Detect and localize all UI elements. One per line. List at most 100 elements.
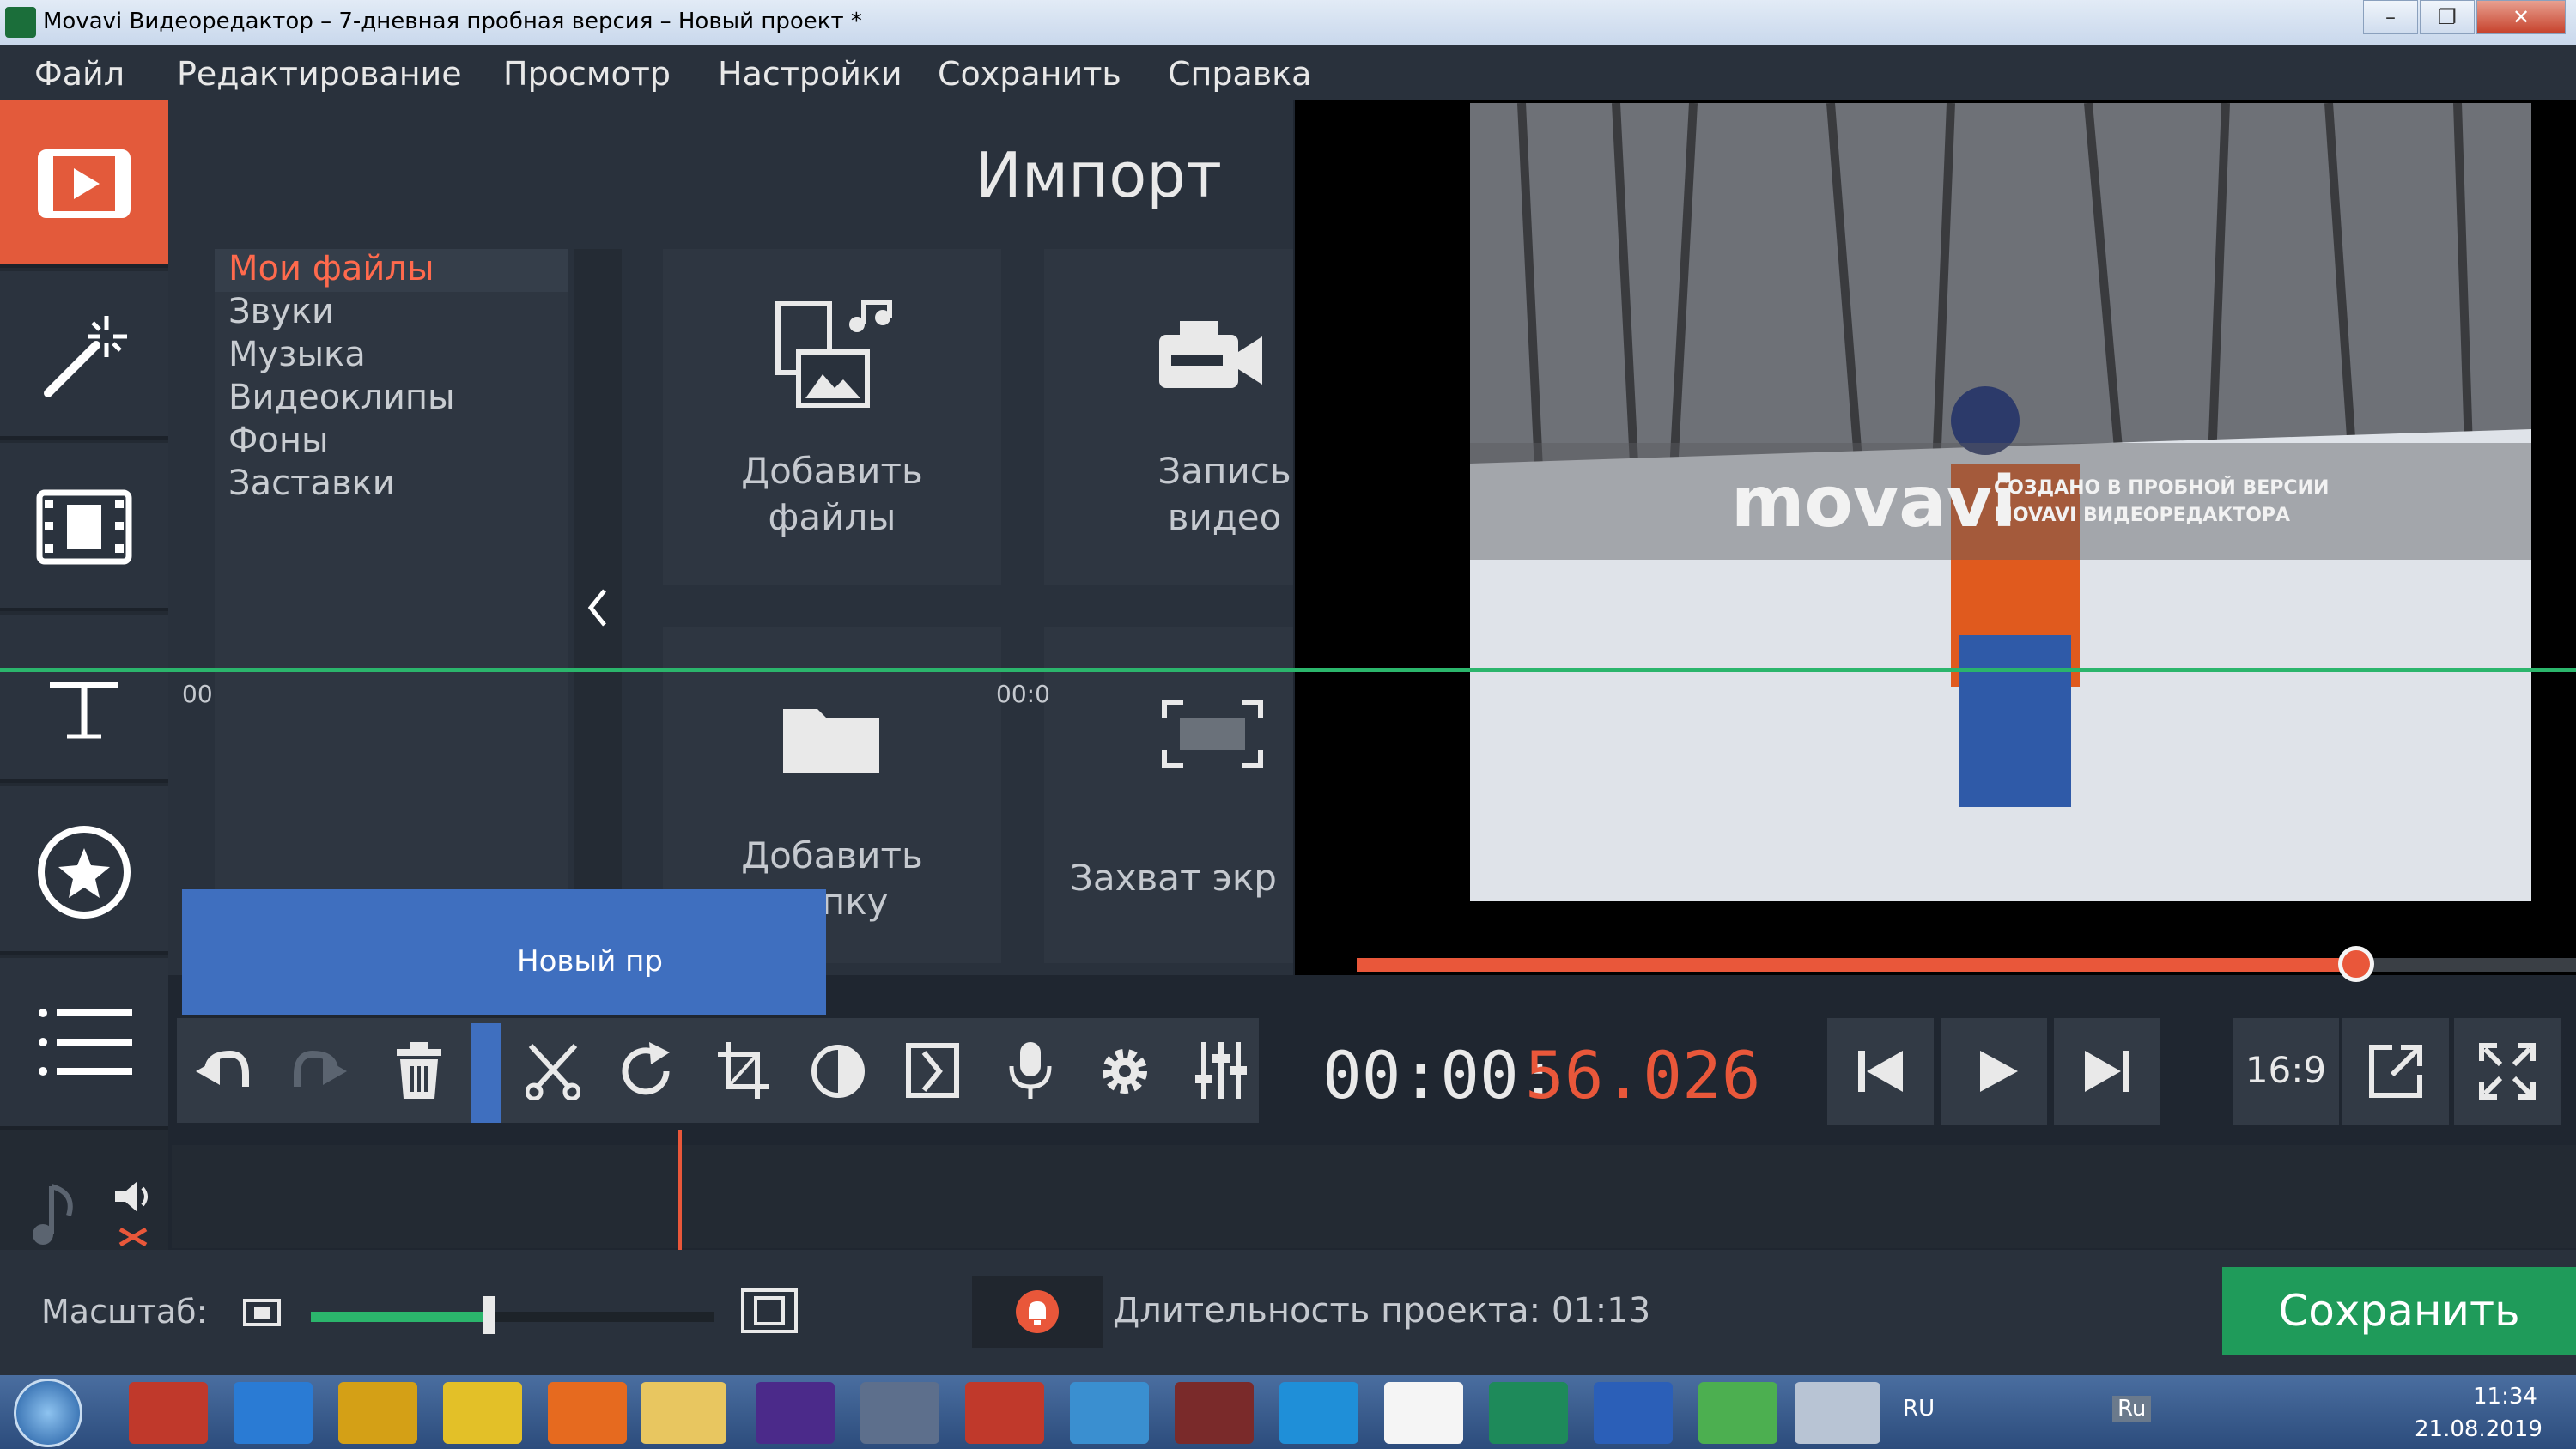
skip-back-icon xyxy=(1858,1051,1903,1092)
add-files-tile[interactable]: Добавить файлы xyxy=(663,249,1001,585)
close-button[interactable]: ✕ xyxy=(2476,0,2566,34)
screen-capture-icon xyxy=(1162,700,1263,768)
tool-import[interactable] xyxy=(0,100,168,268)
save-button[interactable]: Сохранить xyxy=(2222,1267,2576,1355)
maximize-button[interactable]: ❐ xyxy=(2420,0,2475,34)
seek-handle[interactable] xyxy=(2338,946,2375,982)
menu-help[interactable]: Справка xyxy=(1168,55,1311,93)
ruler-label-left: 00 xyxy=(182,680,213,708)
cut-icon[interactable] xyxy=(526,1040,580,1100)
zoom-out-icon[interactable] xyxy=(242,1298,282,1327)
audio-track[interactable] xyxy=(172,1145,2576,1248)
record-video-tile[interactable]: Запись видео xyxy=(1044,249,1293,585)
app-icon xyxy=(5,7,36,38)
taskbar-app-chrome[interactable] xyxy=(443,1382,522,1444)
watermark-text-line1: СОЗДАНО В ПРОБНОЙ ВЕРСИИ xyxy=(1994,477,2330,499)
video-clip[interactable]: Новый пр xyxy=(182,889,826,1015)
equalizer-icon[interactable] xyxy=(1194,1040,1249,1100)
minimize-button[interactable]: – xyxy=(2363,0,2418,34)
window-title: Movavi Видеоредактор – 7-дневная пробная… xyxy=(43,9,862,34)
gear-icon[interactable] xyxy=(1097,1040,1152,1100)
bell-icon xyxy=(1016,1290,1059,1333)
media-files-icon xyxy=(775,300,892,408)
taskbar-app-yandex[interactable] xyxy=(1384,1382,1463,1444)
title-bar: Movavi Видеоредактор – 7-дневная пробная… xyxy=(0,0,2576,45)
fullscreen-button[interactable] xyxy=(2454,1018,2561,1125)
previous-button[interactable] xyxy=(1827,1018,1934,1125)
taskbar-app-10[interactable] xyxy=(1070,1382,1149,1444)
tray-language[interactable]: RU xyxy=(1903,1396,1935,1422)
zoom-in-icon[interactable] xyxy=(740,1288,799,1334)
menu-settings[interactable]: Настройки xyxy=(718,55,902,93)
taskbar-app-movavi[interactable] xyxy=(1489,1382,1568,1444)
taskbar-app-8[interactable] xyxy=(860,1382,939,1444)
taskbar-app-explorer[interactable] xyxy=(641,1382,726,1444)
music-note-icon xyxy=(33,1184,73,1245)
stabilize-icon[interactable] xyxy=(905,1040,960,1100)
tool-more[interactable] xyxy=(0,958,168,1130)
film-play-icon xyxy=(38,149,131,218)
film-transition-icon xyxy=(36,489,132,565)
timecode-main: 00:00: xyxy=(1322,1037,1558,1113)
rotate-icon[interactable] xyxy=(620,1040,675,1100)
menu-file[interactable]: Файл xyxy=(34,55,125,93)
start-button[interactable] xyxy=(14,1379,82,1447)
collapse-panel-button[interactable] xyxy=(574,249,622,970)
menu-save[interactable]: Сохранить xyxy=(938,55,1121,93)
star-sticker-icon xyxy=(38,826,131,919)
taskbar-app-17[interactable] xyxy=(1795,1382,1880,1444)
magic-wand-icon xyxy=(44,316,127,397)
microphone-icon[interactable] xyxy=(1003,1040,1058,1100)
menu-view[interactable]: Просмотр xyxy=(503,55,671,93)
tool-transitions[interactable] xyxy=(0,443,168,611)
category-videoclips[interactable]: Видеоклипы xyxy=(228,378,455,417)
category-backgrounds[interactable]: Фоны xyxy=(228,421,329,460)
taskbar-app-firefox[interactable] xyxy=(548,1382,627,1444)
taskbar-app-word[interactable] xyxy=(1594,1382,1673,1444)
mute-icon[interactable] xyxy=(117,1226,149,1248)
aspect-ratio-label: 16:9 xyxy=(2245,1049,2327,1091)
volume-icon[interactable] xyxy=(113,1179,153,1214)
taskbar-app-9[interactable] xyxy=(965,1382,1044,1444)
zoom-slider-fill xyxy=(311,1312,489,1322)
text-tool-icon xyxy=(50,682,118,739)
tool-titles[interactable] xyxy=(0,615,168,783)
notifications-button[interactable] xyxy=(972,1276,1103,1348)
tool-stickers[interactable] xyxy=(0,786,168,955)
tool-filters[interactable] xyxy=(0,271,168,440)
category-sounds[interactable]: Звуки xyxy=(228,292,334,331)
menu-bar: Файл Редактирование Просмотр Настройки С… xyxy=(0,45,2576,100)
redo-icon[interactable] xyxy=(292,1040,347,1100)
category-music[interactable]: Музыка xyxy=(228,335,366,374)
zoom-slider-handle[interactable] xyxy=(482,1296,495,1334)
project-duration: Длительность проекта: 01:13 xyxy=(1113,1291,1650,1331)
category-my-files[interactable]: Мои файлы xyxy=(228,249,434,288)
delete-icon[interactable] xyxy=(392,1040,447,1100)
taskbar-app-7[interactable] xyxy=(756,1382,835,1444)
category-intros[interactable]: Заставки xyxy=(228,464,395,503)
tray-language-2[interactable]: Ru xyxy=(2112,1396,2152,1422)
play-icon xyxy=(1980,1051,2018,1092)
watermark-logo: movavi xyxy=(1731,462,2017,543)
detach-preview-button[interactable] xyxy=(2342,1018,2449,1125)
external-window-icon xyxy=(2369,1045,2422,1098)
screen-capture-tile[interactable]: Захват экр xyxy=(1044,627,1293,963)
taskbar-app-ie[interactable] xyxy=(234,1382,313,1444)
color-adjust-icon[interactable] xyxy=(811,1040,866,1100)
timeline-separator xyxy=(0,668,2576,672)
taskbar-app-ccleaner[interactable] xyxy=(129,1382,208,1444)
tray-date[interactable]: 21.08.2019 xyxy=(2415,1416,2543,1442)
menu-edit[interactable]: Редактирование xyxy=(177,55,462,93)
next-button[interactable] xyxy=(2054,1018,2160,1125)
taskbar-app-3[interactable] xyxy=(338,1382,417,1444)
undo-icon[interactable] xyxy=(196,1040,251,1100)
taskbar-app-16[interactable] xyxy=(1698,1382,1777,1444)
video-camera-icon xyxy=(1159,321,1262,388)
taskbar-app-11[interactable] xyxy=(1175,1382,1254,1444)
taskbar-app-skype[interactable] xyxy=(1279,1382,1358,1444)
crop-icon[interactable] xyxy=(716,1040,771,1100)
tray-time[interactable]: 11:34 xyxy=(2473,1384,2537,1410)
play-button[interactable] xyxy=(1941,1018,2047,1125)
playhead[interactable] xyxy=(678,1130,682,1250)
aspect-ratio-button[interactable]: 16:9 xyxy=(2233,1018,2339,1125)
